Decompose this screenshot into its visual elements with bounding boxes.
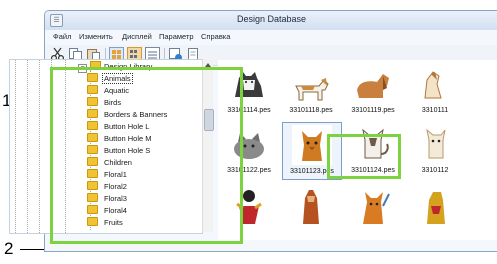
thumbnail-caption: 3310112 bbox=[421, 167, 449, 174]
menu-help[interactable]: Справка bbox=[201, 32, 230, 41]
thumbnail-item[interactable]: 3310112 bbox=[406, 122, 464, 178]
dog-icon bbox=[424, 71, 442, 99]
animal-icon bbox=[303, 190, 319, 224]
tree-guide-line bbox=[15, 60, 16, 233]
thumbnail-item[interactable] bbox=[406, 182, 464, 238]
thumbnail-caption: 3310111 bbox=[421, 107, 449, 114]
thumbnail-caption: 33101119.pes bbox=[351, 107, 395, 114]
thumbnail-item[interactable] bbox=[282, 182, 340, 238]
callout-2-label: 2 bbox=[4, 239, 14, 258]
animal-icon bbox=[427, 192, 445, 224]
menu-display[interactable]: Дисплей bbox=[122, 32, 152, 41]
spaniel-dog-icon bbox=[357, 74, 389, 98]
tree-guide-line bbox=[27, 60, 28, 233]
callout-2-highlight bbox=[327, 134, 401, 179]
thumbnail-caption: 33101118.pes bbox=[289, 107, 333, 114]
menu-option[interactable]: Параметр bbox=[159, 32, 194, 41]
menu-bar: Файл Изменить Дисплей Параметр Справка bbox=[45, 30, 497, 45]
title-bar: ☰ Design Database bbox=[45, 11, 497, 31]
tree-guide-line bbox=[39, 60, 40, 233]
thumbnail-item[interactable]: 3310111 bbox=[406, 62, 464, 118]
thumbnail-item[interactable]: 33101119.pes bbox=[344, 62, 402, 118]
menu-edit[interactable]: Изменить bbox=[79, 32, 113, 41]
thumbnail-item[interactable]: 33101118.pes bbox=[282, 62, 340, 118]
beagle-dog-icon bbox=[295, 78, 329, 101]
thumbnail-item[interactable] bbox=[344, 182, 402, 238]
callout-1-highlight bbox=[50, 67, 243, 244]
menu-file[interactable]: Файл bbox=[53, 32, 71, 41]
fox-icon bbox=[363, 192, 390, 224]
window-title: Design Database bbox=[236, 14, 307, 24]
orange-cat-icon bbox=[292, 125, 332, 165]
cat-icon bbox=[426, 128, 446, 159]
